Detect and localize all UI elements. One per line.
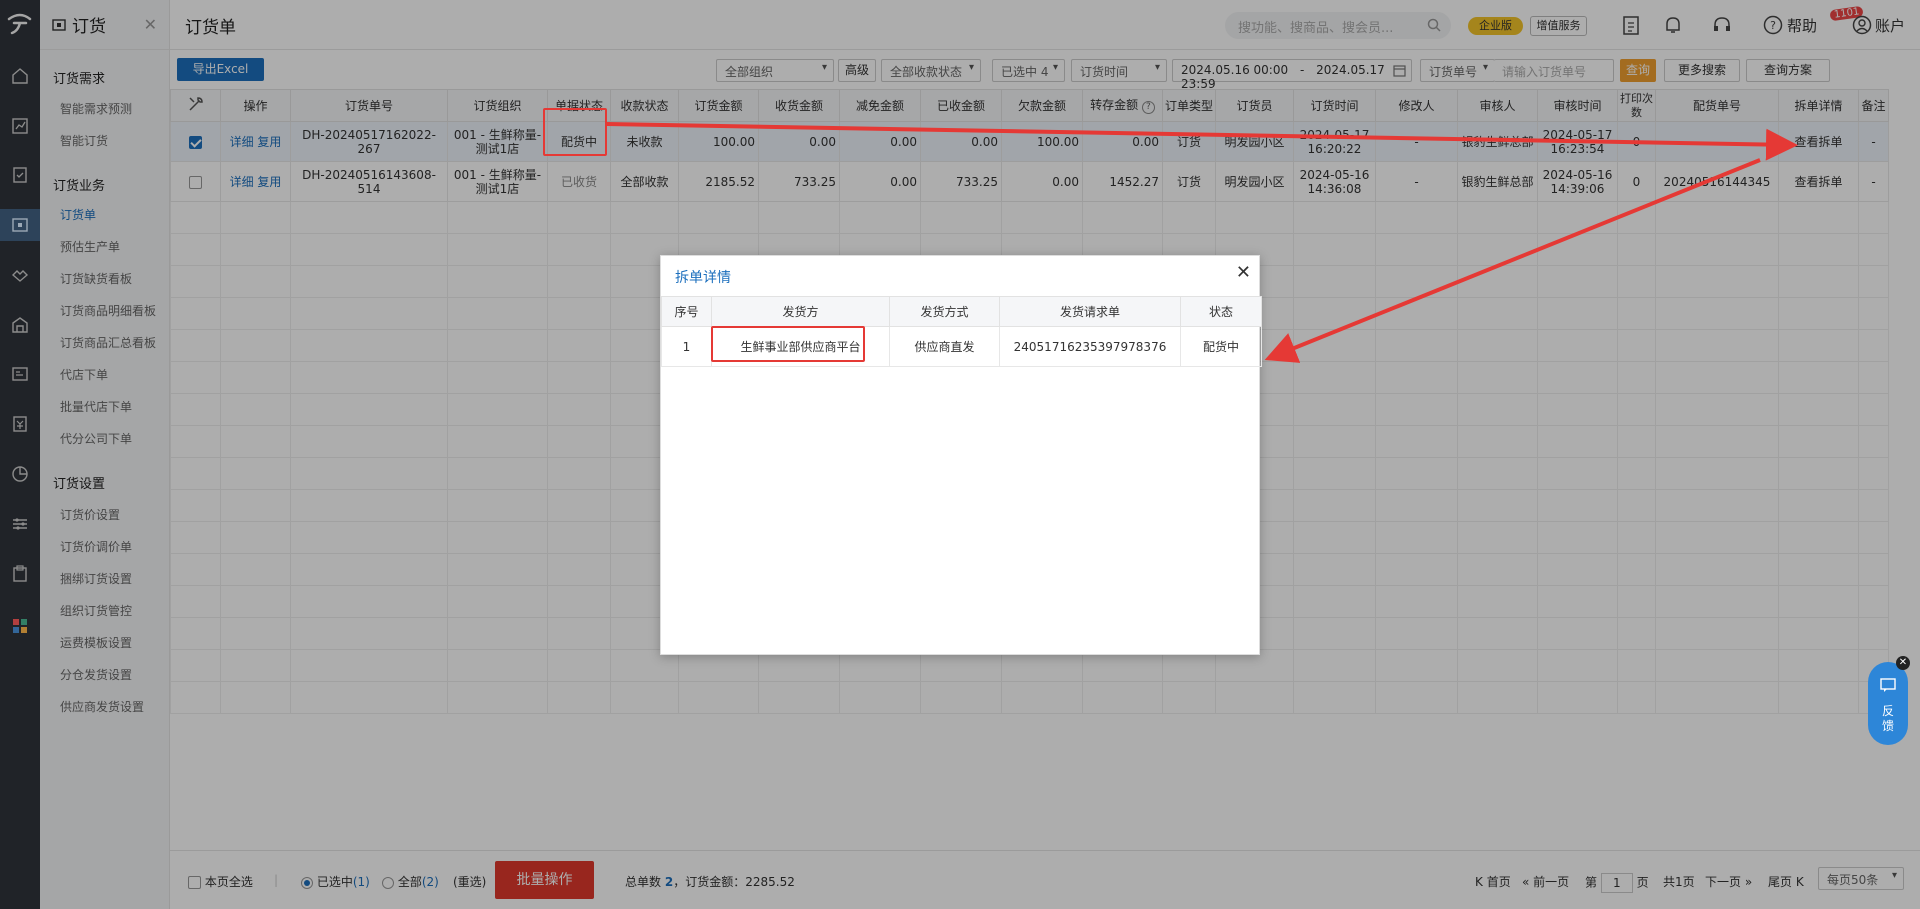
chat-icon [1880, 678, 1896, 692]
feedback-label: 反馈 [1881, 704, 1894, 733]
close-icon[interactable]: ✕ [1236, 262, 1251, 283]
column-header: 发货方 [711, 296, 890, 327]
dialog-title: 拆单详情 [675, 270, 731, 286]
table-header-row: 序号 发货方 发货方式 发货请求单 状态 [661, 296, 1262, 327]
status-cell: 配货中 [1180, 326, 1262, 367]
column-header: 序号 [661, 296, 712, 327]
sidebar-dim-overlay [40, 0, 170, 909]
row-number: 1 [661, 326, 712, 367]
annotation-box-status [543, 108, 607, 156]
annotation-box-shipper [711, 326, 865, 362]
request-cell: 240517162353979783​76 [999, 326, 1181, 367]
column-header: 状态 [1180, 296, 1262, 327]
feedback-widget[interactable]: ✕ 反馈 [1868, 656, 1910, 745]
rail-dim-overlay [0, 0, 40, 909]
method-cell: 供应商直发 [889, 326, 1000, 367]
column-header: 发货请求单 [999, 296, 1181, 327]
column-header: 发货方式 [889, 296, 1000, 327]
split-detail-dialog: 拆单详情 ✕ 序号 发货方 发货方式 发货请求单 状态 1 生鲜事业部供应商平台… [660, 255, 1262, 655]
close-icon[interactable]: ✕ [1896, 656, 1910, 670]
